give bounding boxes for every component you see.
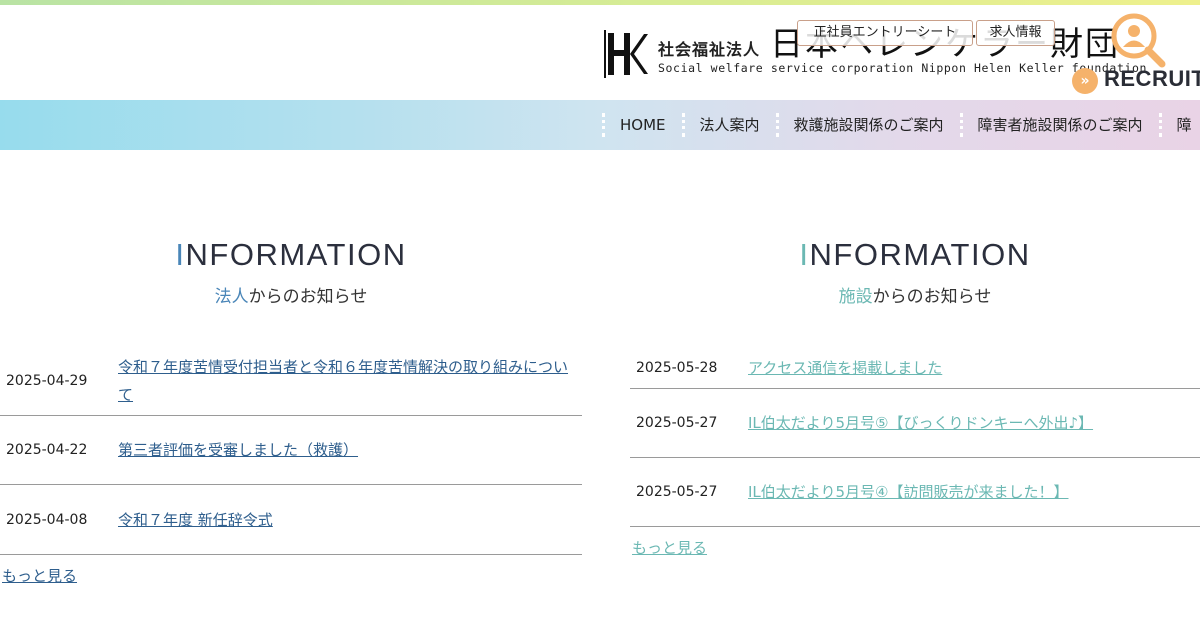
news-row: 2025-05-27 IL伯太だより5月号⑤【びっくりドンキーへ外出♪】 (630, 389, 1200, 458)
global-nav: HOME 法人案内 救護施設関係のご案内 障害者施設関係のご案内 障 (0, 100, 1200, 150)
facility-info-section: INFORMATION 施設からのお知らせ 2025-05-28 アクセス通信を… (630, 230, 1200, 558)
news-row: 2025-04-22 第三者評価を受審しました（救護） (0, 416, 582, 485)
news-row: 2025-04-08 令和７年度 新任辞令式 (0, 485, 582, 555)
more-link[interactable]: もっと見る (630, 537, 707, 558)
news-date: 2025-04-29 (6, 373, 88, 389)
person-search-icon[interactable] (1110, 10, 1170, 68)
hk-logo-icon[interactable] (604, 30, 648, 78)
title-initial: I (799, 237, 810, 272)
nav-item-relief-facilities[interactable]: 救護施設関係のご案内 (775, 100, 960, 150)
news-date: 2025-05-27 (636, 415, 718, 431)
subtitle-highlight: 法人 (214, 287, 249, 307)
nav-items: HOME 法人案内 救護施設関係のご案内 障害者施設関係のご案内 障 (602, 100, 1200, 150)
news-title-link[interactable]: 第三者評価を受審しました（救護） (118, 436, 358, 464)
news-list: 2025-04-29 令和７年度苦情受付担当者と令和６年度苦情解決の取り組みにつ… (0, 347, 582, 555)
section-subtitle: 施設からのお知らせ (630, 282, 1200, 307)
news-title-link[interactable]: 令和７年度 新任辞令式 (118, 506, 273, 534)
news-list: 2025-05-28 アクセス通信を掲載しました 2025-05-27 IL伯太… (630, 347, 1200, 527)
title-initial: I (175, 237, 186, 272)
top-accent-stripe (0, 0, 1200, 5)
subtitle-rest: からのお知らせ (872, 287, 992, 307)
recruit-arrow-icon[interactable]: » (1072, 68, 1098, 94)
subtitle-highlight: 施設 (838, 287, 873, 307)
news-title-link[interactable]: IL伯太だより5月号④【訪問販売が来ました！】 (748, 478, 1068, 506)
news-date: 2025-05-27 (636, 484, 718, 500)
nav-item-truncated[interactable]: 障 (1158, 100, 1200, 150)
job-info-button[interactable]: 求人情報 (976, 20, 1055, 46)
nav-item-disability-facilities[interactable]: 障害者施設関係のご案内 (959, 100, 1159, 150)
nav-item-about[interactable]: 法人案内 (681, 100, 776, 150)
subtitle-rest: からのお知らせ (248, 287, 368, 307)
title-rest: NFORMATION (185, 237, 407, 272)
section-title: INFORMATION (0, 230, 582, 280)
section-title: INFORMATION (630, 230, 1200, 280)
org-type-label: 社会福祉法人 (658, 40, 761, 59)
news-row: 2025-05-28 アクセス通信を掲載しました (630, 347, 1200, 389)
news-date: 2025-05-28 (636, 359, 718, 376)
news-title-link[interactable]: 令和７年度苦情受付担当者と令和６年度苦情解決の取り組みについて (118, 353, 570, 409)
news-title-link[interactable]: アクセス通信を掲載しました (748, 354, 942, 382)
news-row: 2025-05-27 IL伯太だより5月号④【訪問販売が来ました！】 (630, 458, 1200, 527)
news-date: 2025-04-08 (6, 511, 88, 528)
entry-sheet-button[interactable]: 正社員エントリーシート (797, 20, 973, 46)
more-link[interactable]: もっと見る (0, 565, 77, 586)
corporate-info-section: INFORMATION 法人からのお知らせ 2025-04-29 令和７年度苦情… (0, 230, 582, 586)
title-rest: NFORMATION (809, 237, 1031, 272)
nav-item-home[interactable]: HOME (602, 100, 682, 150)
news-title-link[interactable]: IL伯太だより5月号⑤【びっくりドンキーへ外出♪】 (748, 409, 1093, 437)
recruit-link[interactable]: RECRUIT (1104, 66, 1200, 92)
news-row: 2025-04-29 令和７年度苦情受付担当者と令和６年度苦情解決の取り組みにつ… (0, 347, 582, 416)
news-date: 2025-04-22 (6, 442, 88, 458)
section-subtitle: 法人からのお知らせ (0, 282, 582, 307)
